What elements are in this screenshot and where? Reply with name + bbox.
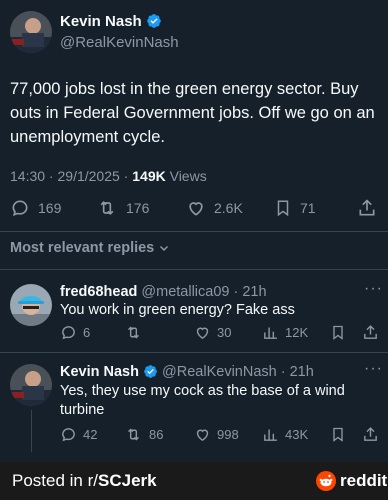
tweet-meta: 14:30 · 29/1/2025 · 149K Views	[10, 168, 207, 184]
reddit-snoo-icon	[316, 471, 336, 491]
reply1-like-count: 30	[217, 325, 232, 340]
tweet-time[interactable]: 14:30	[10, 168, 45, 184]
reply1-time[interactable]: 21h	[242, 284, 266, 300]
posted-in-text: Posted in r/SCJerk	[12, 471, 157, 491]
heart-icon	[186, 198, 206, 218]
reply2-views-button[interactable]: 43K	[262, 426, 308, 443]
reply1-reply-count: 6	[83, 325, 91, 340]
more-options-icon[interactable]: ···	[364, 280, 383, 298]
retweet-icon	[96, 198, 118, 218]
reply1-retweet-button[interactable]	[124, 324, 149, 341]
reply2-retweet-count: 86	[149, 427, 164, 442]
verified-badge-icon	[146, 13, 162, 29]
bookmark-icon	[330, 426, 346, 443]
reply1-header: fred68head @metallica09 · 21h	[60, 284, 267, 300]
reply-count: 169	[38, 200, 62, 216]
tweet-text: 77,000 jobs lost in the green energy sec…	[10, 80, 375, 146]
thread-line	[31, 410, 32, 452]
reply1-like-button[interactable]: 30	[194, 324, 231, 341]
reddit-wordmark: reddit	[340, 471, 388, 490]
reply2-bookmark-button[interactable]	[330, 426, 346, 443]
reply2-reply-count: 42	[83, 427, 98, 442]
reply2-name[interactable]: Kevin Nash	[60, 364, 139, 380]
reply2-handle[interactable]: @RealKevinNash	[162, 364, 277, 380]
reply1-reply-button[interactable]: 6	[60, 324, 90, 341]
reply2-like-button[interactable]: 998	[194, 426, 239, 443]
reply2-retweet-button[interactable]: 86	[124, 426, 163, 443]
reply-icon	[60, 324, 77, 341]
reply1-views-button[interactable]: 12K	[262, 324, 308, 341]
share-icon	[362, 324, 379, 341]
views-count: 149K	[132, 168, 166, 184]
reddit-footer: Posted in r/SCJerk reddit	[0, 462, 388, 500]
reply2-time[interactable]: 21h	[290, 364, 314, 380]
replies-sort-label: Most relevant replies	[10, 240, 155, 256]
reply-icon	[10, 198, 30, 218]
reply2-text: Yes, they use my cock as the base of a w…	[60, 383, 345, 418]
reply1-share-button[interactable]	[362, 324, 379, 341]
like-button[interactable]: 2.6K	[186, 198, 243, 218]
retweet-count: 176	[126, 200, 150, 216]
reply1-handle[interactable]: @metallica09	[141, 284, 229, 300]
like-count: 2.6K	[214, 200, 243, 216]
analytics-icon	[262, 324, 279, 341]
verified-badge-icon	[143, 364, 158, 379]
reply-button[interactable]: 169	[10, 198, 61, 218]
views-label: Views	[169, 168, 207, 184]
author-name[interactable]: Kevin Nash	[60, 13, 142, 30]
share-button[interactable]	[357, 198, 377, 218]
reply2-header: Kevin Nash @RealKevinNash · 21h	[60, 364, 314, 380]
subreddit-link[interactable]: SCJerk	[98, 471, 157, 490]
analytics-icon	[262, 426, 279, 443]
reply2-reply-button[interactable]: 42	[60, 426, 97, 443]
retweet-button[interactable]: 176	[96, 198, 149, 218]
bookmark-button[interactable]: 71	[274, 198, 316, 218]
reply-icon	[60, 426, 77, 443]
reply2-view-count: 43K	[285, 427, 309, 442]
reddit-logo[interactable]: reddit	[316, 471, 387, 491]
author-avatar[interactable]	[10, 11, 52, 53]
reply1-view-count: 12K	[285, 325, 309, 340]
divider	[0, 231, 388, 232]
reply1-name[interactable]: fred68head	[60, 284, 137, 300]
tweet-date[interactable]: 29/1/2025	[58, 168, 120, 184]
divider	[0, 352, 388, 353]
retweet-icon	[124, 324, 143, 341]
reply2-like-count: 998	[217, 427, 239, 442]
heart-icon	[194, 324, 211, 341]
bookmark-icon	[274, 198, 292, 218]
retweet-icon	[124, 426, 143, 443]
share-icon	[357, 198, 377, 218]
reply2-avatar[interactable]	[10, 364, 52, 406]
more-options-icon[interactable]: ···	[364, 360, 383, 378]
posted-in-label: Posted in r/	[12, 471, 98, 490]
chevron-down-icon	[158, 242, 170, 254]
reply1-avatar[interactable]	[10, 284, 52, 326]
bookmark-count: 71	[300, 200, 316, 216]
reply1-text: You work in green energy? Fake ass	[60, 302, 295, 318]
bookmark-icon	[330, 324, 346, 341]
reply2-share-button[interactable]	[362, 426, 379, 443]
author-handle[interactable]: @RealKevinNash	[60, 34, 179, 51]
reply1-bookmark-button[interactable]	[330, 324, 346, 341]
author-name-row: Kevin Nash	[60, 13, 162, 30]
replies-sort-dropdown[interactable]: Most relevant replies	[10, 240, 170, 256]
heart-icon	[194, 426, 211, 443]
divider	[0, 269, 388, 270]
share-icon	[362, 426, 379, 443]
